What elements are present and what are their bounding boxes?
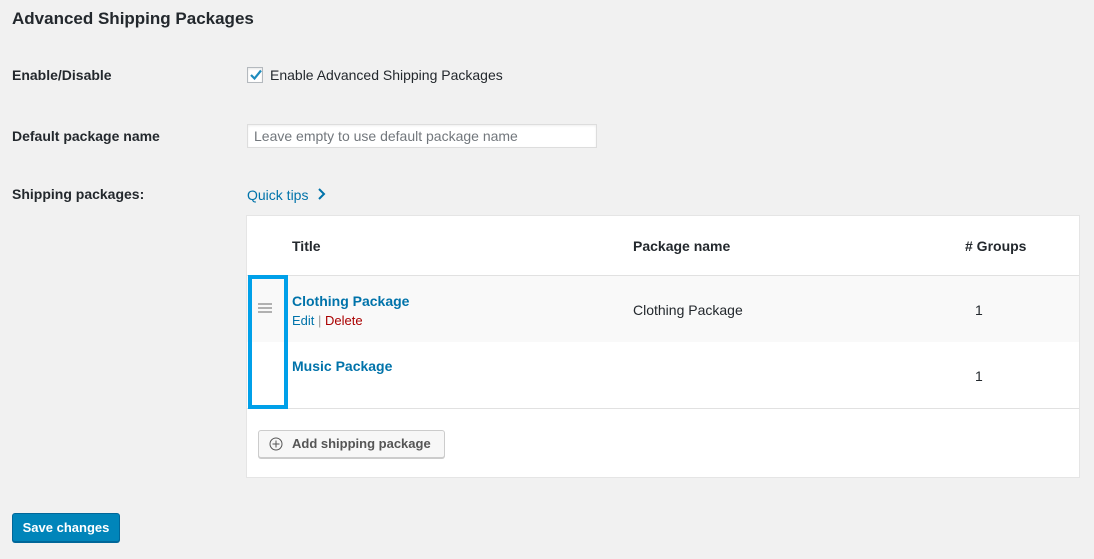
column-groups: # Groups (965, 238, 1027, 254)
enable-label: Enable/Disable (12, 67, 112, 83)
groups-count: 1 (975, 368, 983, 384)
delete-link[interactable]: Delete (325, 313, 363, 328)
separator: | (318, 313, 322, 328)
enable-checkbox-label[interactable]: Enable Advanced Shipping Packages (270, 67, 503, 83)
package-title-link[interactable]: Clothing Package (292, 293, 409, 309)
package-name: Clothing Package (633, 302, 743, 318)
shipping-packages-label: Shipping packages: (12, 186, 145, 202)
column-package-name: Package name (633, 238, 731, 254)
column-title: Title (292, 238, 321, 254)
edit-link[interactable]: Edit (292, 313, 314, 328)
plus-circle-icon (269, 437, 283, 451)
add-shipping-package-label: Add shipping package (292, 436, 431, 451)
page-title: Advanced Shipping Packages (12, 9, 254, 28)
quick-tips-label: Quick tips (247, 187, 309, 203)
checkmark-icon (250, 69, 262, 81)
groups-count: 1 (975, 302, 983, 318)
drag-handle-highlight (248, 275, 288, 409)
quick-tips-link[interactable]: Quick tips (247, 187, 327, 203)
default-name-label: Default package name (12, 128, 160, 144)
table-row: Music Package 1 (247, 342, 1079, 409)
packages-table: Title Package name # Groups Clothing Pac… (246, 215, 1080, 478)
package-title-link[interactable]: Music Package (292, 358, 392, 374)
save-changes-button[interactable]: Save changes (12, 513, 120, 542)
enable-checkbox[interactable] (247, 67, 263, 83)
table-row: Clothing Package Edit | Delete Clothing … (247, 275, 1079, 342)
default-package-name-input[interactable] (247, 124, 597, 148)
chevron-right-icon (318, 188, 326, 200)
add-shipping-package-button[interactable]: Add shipping package (258, 430, 445, 458)
